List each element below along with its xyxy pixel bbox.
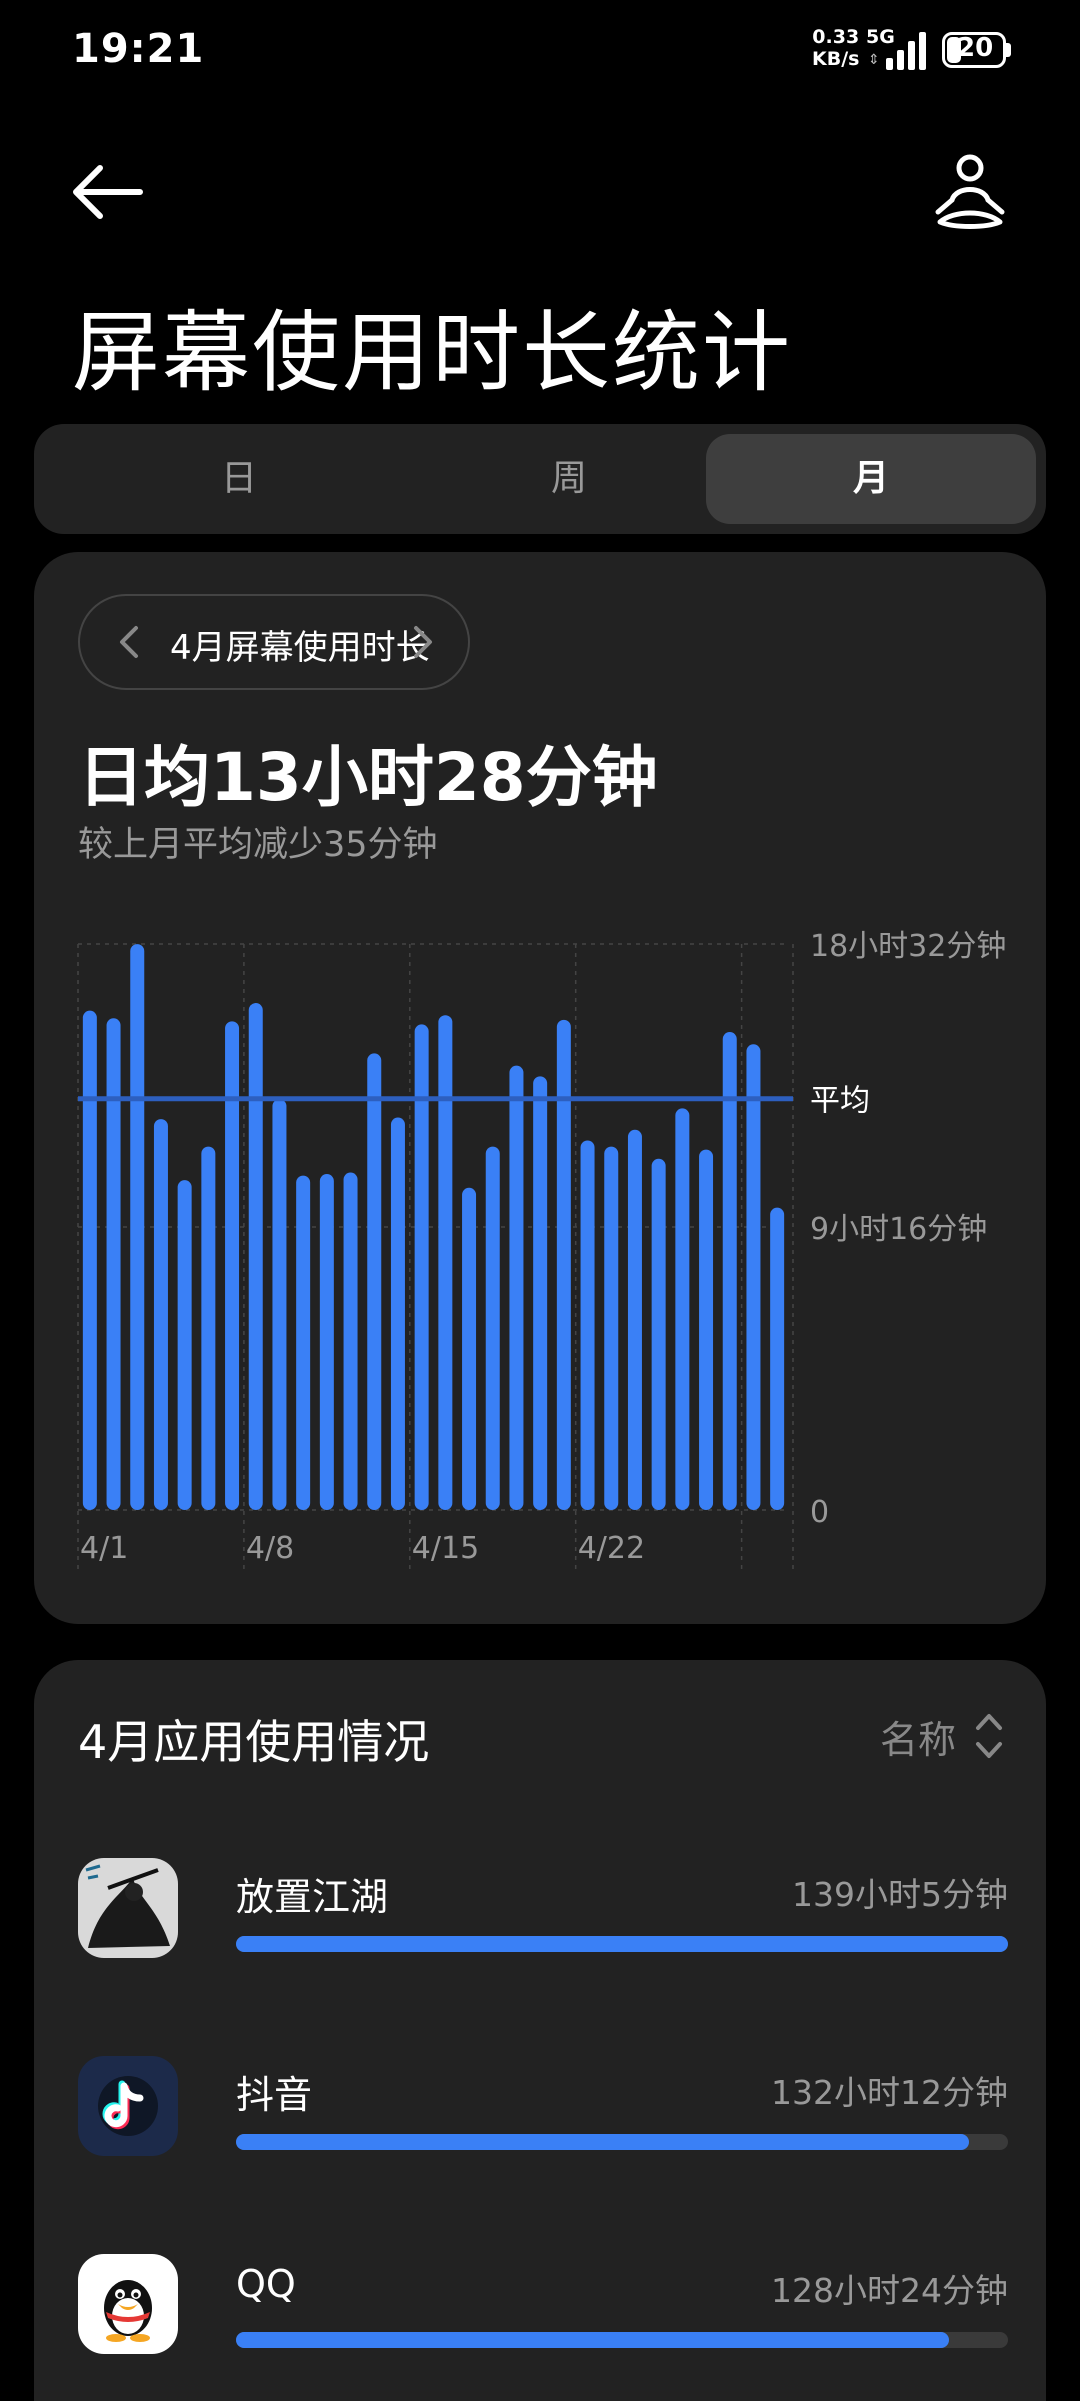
daily-usage-bar-chart[interactable]: 18小时32分钟 9小时16分钟 0 平均 4/1 4/8 4/15 4/22 xyxy=(34,552,1046,1624)
signal-strength-icon xyxy=(886,30,930,70)
chart-bar xyxy=(627,1129,642,1510)
chart-bar xyxy=(699,1149,714,1510)
y-tick-label: 9小时16分钟 xyxy=(810,1212,987,1247)
status-time: 19:21 xyxy=(72,26,205,72)
fangzhi-jianghu-app-icon xyxy=(78,1858,178,1958)
app-row-qq[interactable]: QQ 128小时24分钟 xyxy=(78,2254,1008,2384)
meditation-person-icon xyxy=(935,154,1005,229)
app-row-douyin[interactable]: 抖音 132小时12分钟 xyxy=(78,2056,1008,2186)
chart-bar xyxy=(746,1044,761,1510)
douyin-app-icon xyxy=(78,2056,178,2156)
app-name: QQ xyxy=(236,2262,296,2306)
x-tick-label: 4/15 xyxy=(412,1531,479,1566)
app-usage-bar xyxy=(236,1936,1008,1952)
chart-bar xyxy=(177,1180,192,1510)
sort-updown-icon xyxy=(976,1714,1002,1758)
battery-level: 20 xyxy=(957,33,994,63)
usage-chart-card: 4月屏幕使用时长 日均13小时28分钟 较上月平均减少35分钟 18小时32分钟… xyxy=(34,552,1046,1624)
sort-label: 名称 xyxy=(879,1717,956,1762)
chart-bar xyxy=(675,1108,690,1510)
tab-month[interactable]: 月 xyxy=(706,434,1036,524)
chart-bar xyxy=(604,1146,619,1510)
chart-bar xyxy=(225,1021,240,1510)
chart-bar xyxy=(438,1015,453,1510)
app-usage-title: 4月应用使用情况 xyxy=(78,1715,430,1769)
chart-bar xyxy=(272,1099,287,1510)
y-tick-label: 0 xyxy=(810,1495,829,1530)
chart-bar xyxy=(367,1053,382,1510)
average-label: 平均 xyxy=(810,1084,870,1119)
app-usage-card: 4月应用使用情况 名称 放置江湖 139小时5分钟 抖音 132小时12分钟 Q… xyxy=(34,1660,1046,2401)
battery-icon: 20 xyxy=(942,32,1006,68)
chart-bar xyxy=(106,1018,121,1510)
app-usage-bar xyxy=(236,2332,1008,2348)
chart-bar xyxy=(130,944,145,1510)
app-time: 132小时12分钟 xyxy=(771,2073,1008,2112)
app-time: 128小时24分钟 xyxy=(771,2271,1008,2310)
network-speed-unit: KB/s xyxy=(812,48,860,70)
network-speed-value: 0.33 xyxy=(812,26,860,48)
chart-bar xyxy=(153,1119,168,1510)
app-usage-bar-fill xyxy=(236,2332,949,2348)
chart-bar xyxy=(296,1175,311,1510)
chart-bar xyxy=(722,1032,737,1510)
chart-bar xyxy=(770,1207,785,1510)
chart-bar xyxy=(201,1146,216,1510)
chart-bar xyxy=(651,1158,666,1510)
app-row-fangzhi-jianghu[interactable]: 放置江湖 139小时5分钟 xyxy=(78,1858,1008,1988)
chart-bar xyxy=(462,1187,477,1510)
tab-day[interactable]: 日 xyxy=(74,434,404,524)
chart-bar xyxy=(556,1019,571,1510)
app-name: 放置江湖 xyxy=(236,1875,389,1919)
x-tick-label: 4/1 xyxy=(80,1531,128,1566)
app-usage-bar xyxy=(236,2134,1008,2150)
x-tick-label: 4/22 xyxy=(578,1531,645,1566)
x-tick-label: 4/8 xyxy=(246,1531,294,1566)
app-usage-bar-fill xyxy=(236,1936,1008,1952)
chart-bar xyxy=(343,1172,358,1510)
page-title: 屏幕使用时长统计 xyxy=(72,301,793,404)
chart-bar xyxy=(580,1140,595,1510)
data-activity-icon: ⇕ xyxy=(868,52,880,68)
back-button[interactable] xyxy=(70,158,146,226)
app-usage-bar-fill xyxy=(236,2134,970,2150)
arrow-left-icon xyxy=(73,165,143,219)
app-time: 139小时5分钟 xyxy=(792,1875,1008,1914)
tab-week[interactable]: 周 xyxy=(404,434,734,524)
chart-bar xyxy=(509,1065,524,1510)
focus-mode-button[interactable] xyxy=(930,152,1010,232)
chart-bar xyxy=(82,1010,97,1510)
status-bar: 19:21 0.33 KB/s 5G ⇕ 20 xyxy=(0,0,1080,100)
y-tick-label: 18小时32分钟 xyxy=(810,929,1006,964)
chart-bar xyxy=(248,1003,263,1510)
qq-app-icon xyxy=(78,2254,178,2354)
chart-bar xyxy=(485,1146,500,1510)
chart-bar xyxy=(390,1117,405,1510)
chart-bar xyxy=(533,1076,548,1510)
app-name: 抖音 xyxy=(236,2073,313,2117)
chart-bar xyxy=(319,1174,334,1510)
period-tabs: 日 周 月 xyxy=(34,424,1046,534)
network-speed: 0.33 KB/s xyxy=(812,26,859,70)
sort-button[interactable]: 名称 xyxy=(880,1708,1004,1764)
